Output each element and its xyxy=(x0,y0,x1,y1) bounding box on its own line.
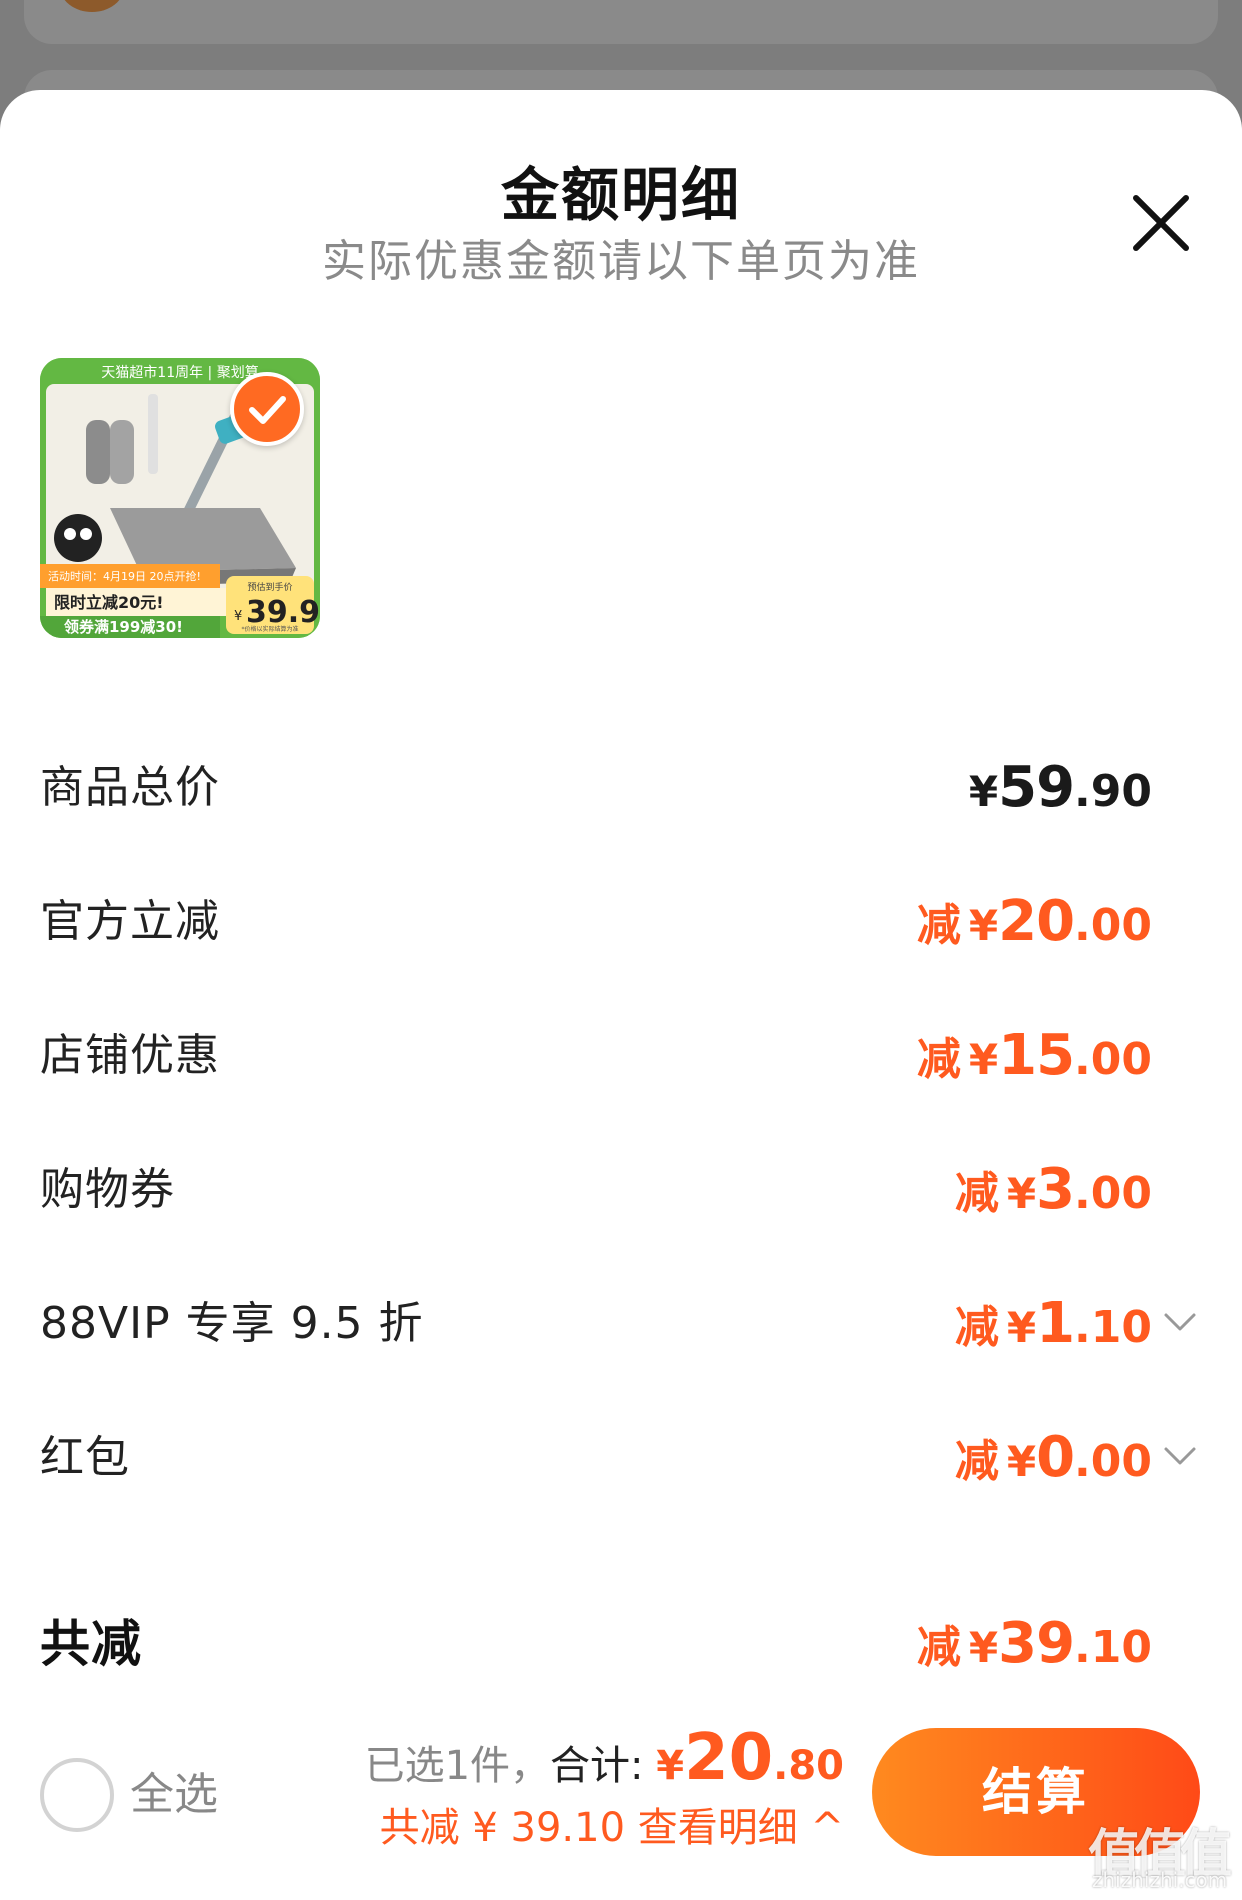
watermark-url: zhizhizhi.com xyxy=(1092,1868,1228,1892)
selected-count: 已选1件， xyxy=(364,1743,551,1789)
yen-sign: ¥ xyxy=(968,1035,999,1084)
row-amount: ¥59.90 xyxy=(969,748,1152,841)
minus-prefix: 减 xyxy=(916,1034,961,1085)
row-official-discount: 官方立减 减 ¥20.00 xyxy=(40,882,1200,962)
minus-prefix: 减 xyxy=(916,900,961,951)
row-label: 官方立减 xyxy=(40,896,220,947)
amount-integer: 0 xyxy=(1036,1425,1075,1490)
price-value-text: 39.9 xyxy=(246,595,320,630)
promo-time-text: 活动时间：4月19日 20点开抢! xyxy=(48,569,201,583)
row-amount: 减 ¥0.00 xyxy=(955,1418,1152,1511)
minus-prefix: 减 xyxy=(954,1168,999,1219)
amount-decimal: .00 xyxy=(1074,900,1152,951)
chevron-down-icon[interactable] xyxy=(1160,1302,1200,1342)
amount-integer: 1 xyxy=(1036,1291,1075,1356)
summary-total-line: 已选1件，合计: ¥20.80 xyxy=(364,1726,844,1796)
amount-decimal: .90 xyxy=(1074,766,1152,817)
row-label: 88VIP 专享 9.5 折 xyxy=(40,1298,424,1349)
amount-decimal: .00 xyxy=(1074,1436,1152,1487)
amount-decimal: .10 xyxy=(1074,1622,1152,1673)
promo-line2-text: 领券满199减30! xyxy=(63,618,183,636)
row-goods-total: 商品总价 ¥59.90 xyxy=(40,748,1200,828)
amount-integer: 20 xyxy=(998,889,1075,954)
row-store-discount: 店铺优惠 减 ¥15.00 xyxy=(40,1016,1200,1096)
view-detail-link[interactable]: 共减 ¥ 39.10 查看明细 ^ xyxy=(365,1800,844,1856)
amount-decimal: .00 xyxy=(1074,1034,1152,1085)
row-shopping-coupon: 购物券 减 ¥3.00 xyxy=(40,1150,1200,1230)
sheet-title: 金额明细 xyxy=(500,161,741,229)
row-label: 商品总价 xyxy=(40,762,220,813)
row-red-packet[interactable]: 红包 减 ¥0.00 xyxy=(40,1418,1200,1498)
close-icon[interactable] xyxy=(1128,190,1194,256)
minus-prefix: 减 xyxy=(954,1302,999,1353)
sheet-subtitle: 实际优惠金额请以下单页为准 xyxy=(322,236,920,287)
price-yen-text: ¥ xyxy=(234,609,242,624)
amount-integer: 3 xyxy=(1036,1157,1075,1222)
minus-prefix: 减 xyxy=(916,1622,961,1673)
yen-sign: ¥ xyxy=(968,767,999,816)
yen-sign: ¥ xyxy=(968,901,999,950)
yen-sign: ¥ xyxy=(1006,1169,1037,1218)
amount-integer: 39 xyxy=(998,1611,1075,1676)
yen-sign: ¥ xyxy=(968,1623,999,1672)
total-amount: 减 ¥39.10 xyxy=(917,1604,1152,1697)
row-total-discount: 共减 减 ¥39.10 xyxy=(40,1604,1200,1684)
promo-line1-text: 限时立减20元! xyxy=(54,593,164,612)
row-amount: 减 ¥15.00 xyxy=(917,1016,1152,1109)
amount-decimal: .00 xyxy=(1074,1168,1152,1219)
total-label: 共减 xyxy=(40,1615,142,1673)
select-all-radio[interactable] xyxy=(40,1758,114,1832)
order-summary: 已选1件，合计: ¥20.80 共减 ¥ 39.10 查看明细 ^ xyxy=(364,1726,844,1856)
row-label: 红包 xyxy=(40,1432,130,1483)
amount-decimal: .10 xyxy=(1074,1302,1152,1353)
total-integer: 20 xyxy=(684,1721,774,1795)
price-label-text: 预估到手价 xyxy=(247,581,292,593)
row-label: 购物券 xyxy=(40,1164,175,1215)
product-selected-check-icon[interactable] xyxy=(230,372,304,446)
select-all-label[interactable]: 全选 xyxy=(130,1763,218,1827)
row-amount: 减 ¥3.00 xyxy=(955,1150,1152,1243)
row-88vip-discount[interactable]: 88VIP 专享 9.5 折 减 ¥1.10 xyxy=(40,1284,1200,1364)
row-label: 店铺优惠 xyxy=(40,1030,220,1081)
amount-integer: 59 xyxy=(998,755,1075,820)
price-note-text: *价格以实际结算为准 xyxy=(241,625,298,633)
total-decimal: .80 xyxy=(773,1743,844,1789)
yen-sign: ¥ xyxy=(1006,1437,1037,1486)
minus-prefix: 减 xyxy=(954,1436,999,1487)
total-label: 合计: xyxy=(550,1743,644,1789)
background-card xyxy=(24,0,1218,44)
caret-up-icon: ^ xyxy=(810,1805,844,1851)
chevron-down-icon[interactable] xyxy=(1160,1436,1200,1476)
row-amount: 减 ¥20.00 xyxy=(917,882,1152,975)
yen-sign: ¥ xyxy=(656,1743,685,1789)
yen-sign: ¥ xyxy=(1006,1303,1037,1352)
amount-integer: 15 xyxy=(998,1023,1075,1088)
saved-text: 共减 ¥ 39.10 查看明细 xyxy=(379,1805,798,1851)
row-amount: 减 ¥1.10 xyxy=(955,1284,1152,1377)
